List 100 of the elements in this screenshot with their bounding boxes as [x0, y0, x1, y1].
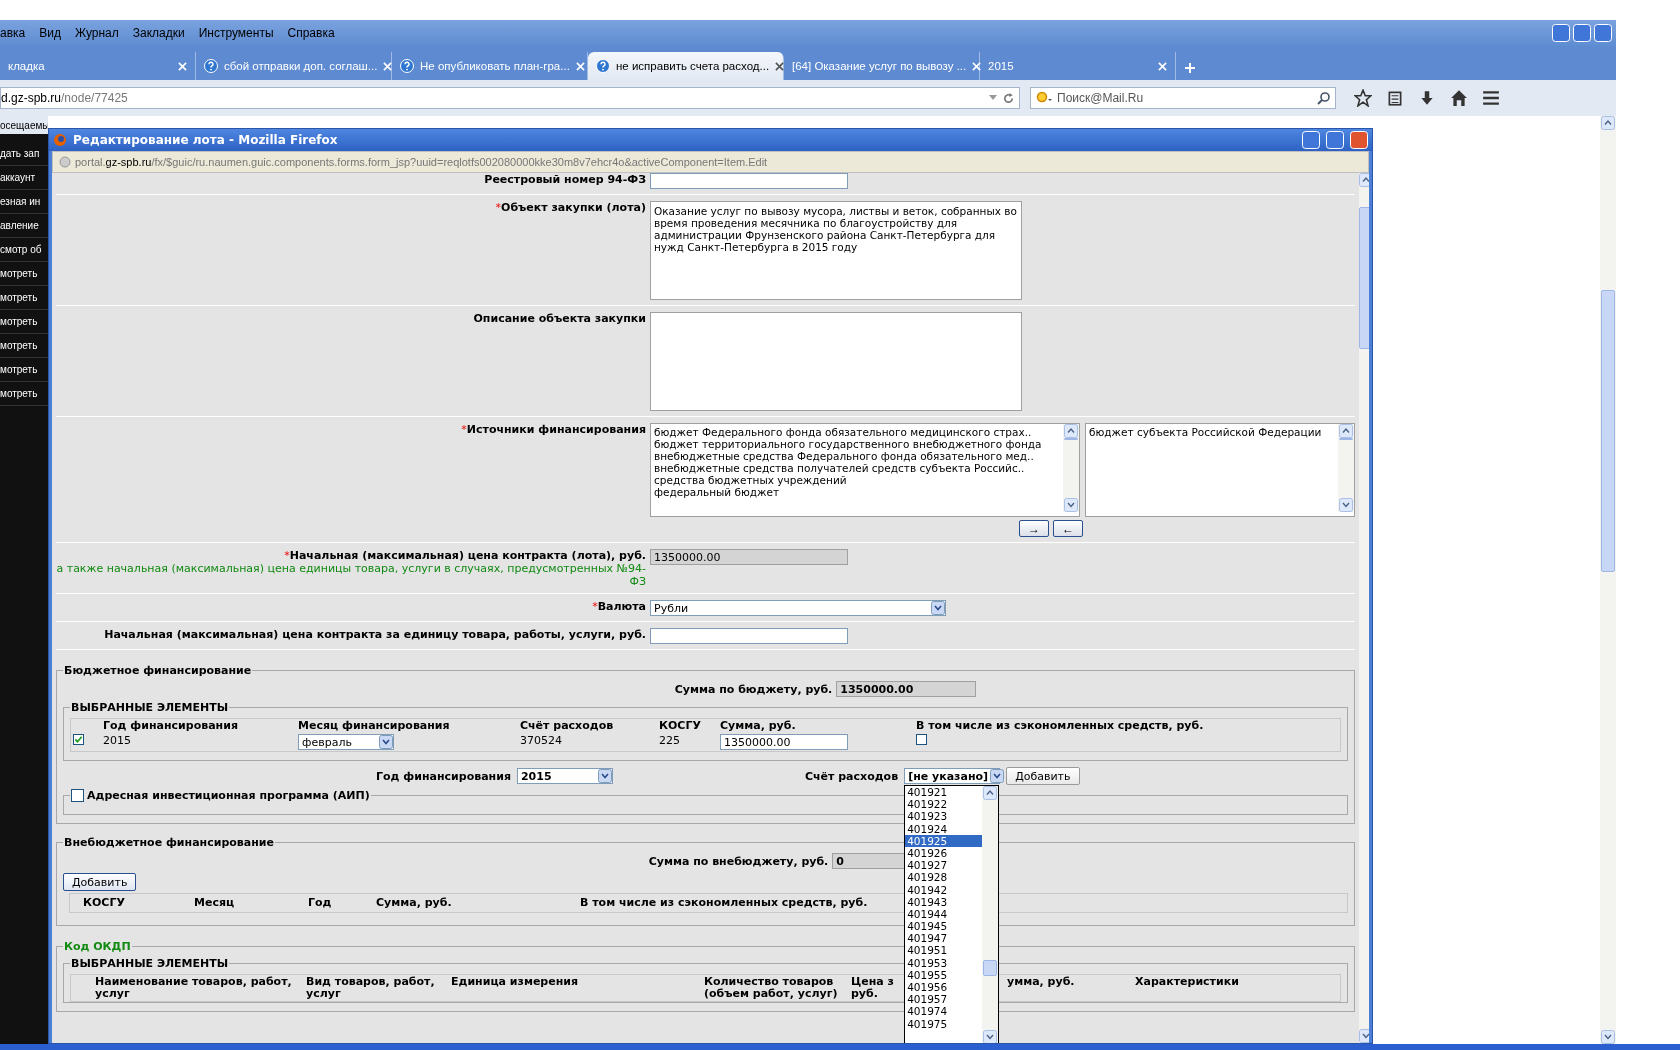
dropdown-option[interactable]: 401923: [905, 810, 983, 823]
section-legend: ВЫБРАННЫЕ ЭЛЕМЕНТЫ: [70, 957, 230, 970]
list-option[interactable]: средства бюджетных учреждений: [654, 474, 1060, 486]
sidebar-link[interactable]: мотреть: [0, 268, 38, 279]
field-label: Сумма по внебюджету, руб.: [648, 854, 829, 868]
dropdown[interactable]: февраль: [298, 734, 394, 750]
menu-item[interactable]: Вид: [39, 26, 61, 40]
dropdown-option[interactable]: 401943: [905, 895, 983, 908]
field-label: *Источники финансирования: [461, 423, 646, 436]
section-legend: Бюджетное финансирование: [63, 664, 253, 677]
table-cell-text: 225: [658, 733, 681, 749]
address-bar[interactable]: d.gz-spb.ru/node/77425: [0, 87, 1020, 109]
table-cell-text: 2015: [102, 733, 132, 749]
dropdown-option[interactable]: 401924: [905, 822, 983, 835]
column-header: КОСГУ: [82, 896, 126, 910]
dropdown-option[interactable]: 401925: [905, 834, 983, 847]
dropdown-option[interactable]: 401975: [905, 1017, 983, 1030]
menu-item[interactable]: Закладки: [132, 26, 185, 40]
add-button[interactable]: Добавить: [63, 873, 137, 891]
field-label: *Начальная (максимальная) цена контракта (лота), руб.: [284, 549, 646, 562]
dropdown-option[interactable]: 401944: [905, 907, 983, 921]
section-legend: Код ОКДП: [63, 940, 132, 953]
column-header: Характеристики: [1134, 975, 1240, 990]
dropdown-option[interactable]: 401928: [905, 871, 983, 884]
menu-item[interactable]: Журнал: [74, 26, 119, 40]
menu-item[interactable]: Справка: [287, 26, 335, 40]
field-note: а также начальная (максимальная) цена единицы товара, услуги в случаях, предусмотренных №94-ФЗ: [56, 562, 646, 588]
column-header: Месяц: [193, 896, 236, 910]
list-option[interactable]: бюджет Федерального фонда обязательного медицинского страх..: [654, 426, 1060, 438]
table-cell-text: 370524: [519, 733, 563, 749]
dropdown-option[interactable]: 401953: [905, 956, 983, 969]
column-header: В том числе из сэкономленных средств, руб.: [579, 896, 869, 910]
field-label: *Объект закупки (лота): [495, 201, 646, 214]
dropdown[interactable]: [не указано]: [904, 768, 1001, 784]
column-header: Наименование товаров, работ, услуг: [94, 975, 293, 1001]
url-text: portal.gz-spb.ru/fx/$guic/ru.naumen.guic.components.forms.form_jsp?uuid=reqlotfs002080000kke30m8v7ehcr4o&activeComponent=Item.Edit: [75, 156, 768, 168]
sum-field[interactable]: 1350000.00: [836, 681, 977, 697]
column-header: КОСГУ: [658, 719, 702, 733]
checkbox-label: Адресная инвестиционная программа (АИП): [87, 789, 370, 802]
dropdown-option[interactable]: 401955: [905, 968, 983, 981]
move-button[interactable]: →: [1019, 520, 1049, 537]
sidebar-link[interactable]: аккаунт: [0, 172, 36, 183]
dropdown-option[interactable]: 401922: [905, 798, 983, 811]
section-legend: ВЫБРАННЫЕ ЭЛЕМЕНТЫ: [70, 701, 230, 714]
column-header: Вид товаров, работ, услуг: [305, 975, 436, 1001]
column-header: умма, руб.: [1006, 975, 1076, 990]
dropdown-option[interactable]: 401942: [905, 883, 983, 896]
field-label: *Валюта: [592, 600, 646, 613]
column-header: Год: [307, 896, 333, 910]
column-header: Количество товаров (объем работ, услуг): [703, 975, 839, 1001]
field-label: Год финансирования: [376, 769, 511, 783]
field-label: Описание объекта закупки: [473, 312, 646, 325]
dropdown-option[interactable]: 401956: [905, 981, 983, 994]
column-header: Год финансирования: [102, 719, 239, 733]
search-field[interactable]: Поиск@Mail.Ru: [1030, 87, 1336, 109]
column-header: Цена з руб.: [850, 975, 895, 1001]
field-label: Начальная (максимальная) цена контракта за единицу товара, работы, услуги, руб.: [104, 628, 646, 641]
column-header: Месяц финансирования: [297, 719, 451, 733]
list-option[interactable]: внебюджетные средства Федерального фонда обязательного мед..: [654, 450, 1060, 462]
column-header: Единица измерения: [450, 975, 580, 990]
sidebar-link[interactable]: мотреть: [0, 364, 38, 375]
dropdown[interactable]: 2015: [516, 768, 613, 784]
window-title: Редактирование лота - Mozilla Firefox: [73, 133, 339, 147]
url-path: /node/77425: [61, 91, 128, 105]
column-header: Сумма, руб.: [719, 719, 797, 733]
dropdown-option[interactable]: 401957: [905, 993, 983, 1006]
column-header: Сумма, руб.: [375, 896, 453, 910]
section-legend: Внебюджетное финансирование: [63, 836, 275, 849]
sidebar-link[interactable]: езная ин: [0, 196, 41, 207]
sidebar-link[interactable]: дать зап: [0, 148, 40, 159]
list-option[interactable]: внебюджетные средства получателей средств субъекта Российс..: [654, 462, 1060, 474]
list-option[interactable]: федеральный бюджет: [654, 486, 1060, 498]
sidebar-link[interactable]: мотреть: [0, 316, 38, 327]
url-host: d.gz-spb.ru: [1, 91, 62, 105]
sidebar-link[interactable]: смотр об: [0, 244, 42, 255]
add-button[interactable]: Добавить: [1006, 767, 1080, 785]
field-label: Реестровый номер 94-ФЗ: [484, 173, 646, 186]
move-button[interactable]: ←: [1053, 520, 1083, 537]
list-option[interactable]: бюджет субъекта Российской Федерации: [1089, 426, 1335, 438]
sidebar-link[interactable]: мотреть: [0, 388, 38, 399]
menu-item[interactable]: Инструменты: [198, 26, 274, 40]
list-option[interactable]: бюджет территориального государственного внебюджетного фонда: [654, 438, 1060, 450]
dropdown-option[interactable]: 401974: [905, 1005, 983, 1018]
dropdown-option[interactable]: 401951: [905, 944, 983, 957]
dropdown[interactable]: Рубли: [650, 600, 946, 616]
sum-field[interactable]: 1350000.00: [720, 734, 848, 750]
text-area[interactable]: Оказание услуг по вывозу мусора, листвы и веток, собранных во время проведения месячника по благоустройству для администрации Фрунзенского района Санкт-Петербурга для нужд Санкт-Петербурга в 2015 году: [650, 201, 1022, 300]
dropdown-option[interactable]: 401945: [905, 920, 983, 933]
menu-item[interactable]: авка: [0, 26, 26, 40]
bookmark-item[interactable]: осещаемы: [0, 119, 50, 131]
field-label: Сумма по бюджету, руб.: [674, 682, 833, 696]
sidebar-link[interactable]: мотреть: [0, 340, 38, 351]
column-header: Счёт расходов: [519, 719, 615, 733]
field-label: Счёт расходов: [804, 769, 899, 783]
column-header: В том числе из сэкономленных средств, руб.: [915, 719, 1205, 733]
dropdown-option[interactable]: 401947: [905, 932, 983, 945]
sidebar-link[interactable]: авление: [0, 220, 39, 231]
dropdown-option[interactable]: 401921: [905, 786, 983, 799]
browser-tab[interactable]: не исправить счета расход...: [588, 52, 784, 80]
sidebar-link[interactable]: мотреть: [0, 292, 38, 303]
